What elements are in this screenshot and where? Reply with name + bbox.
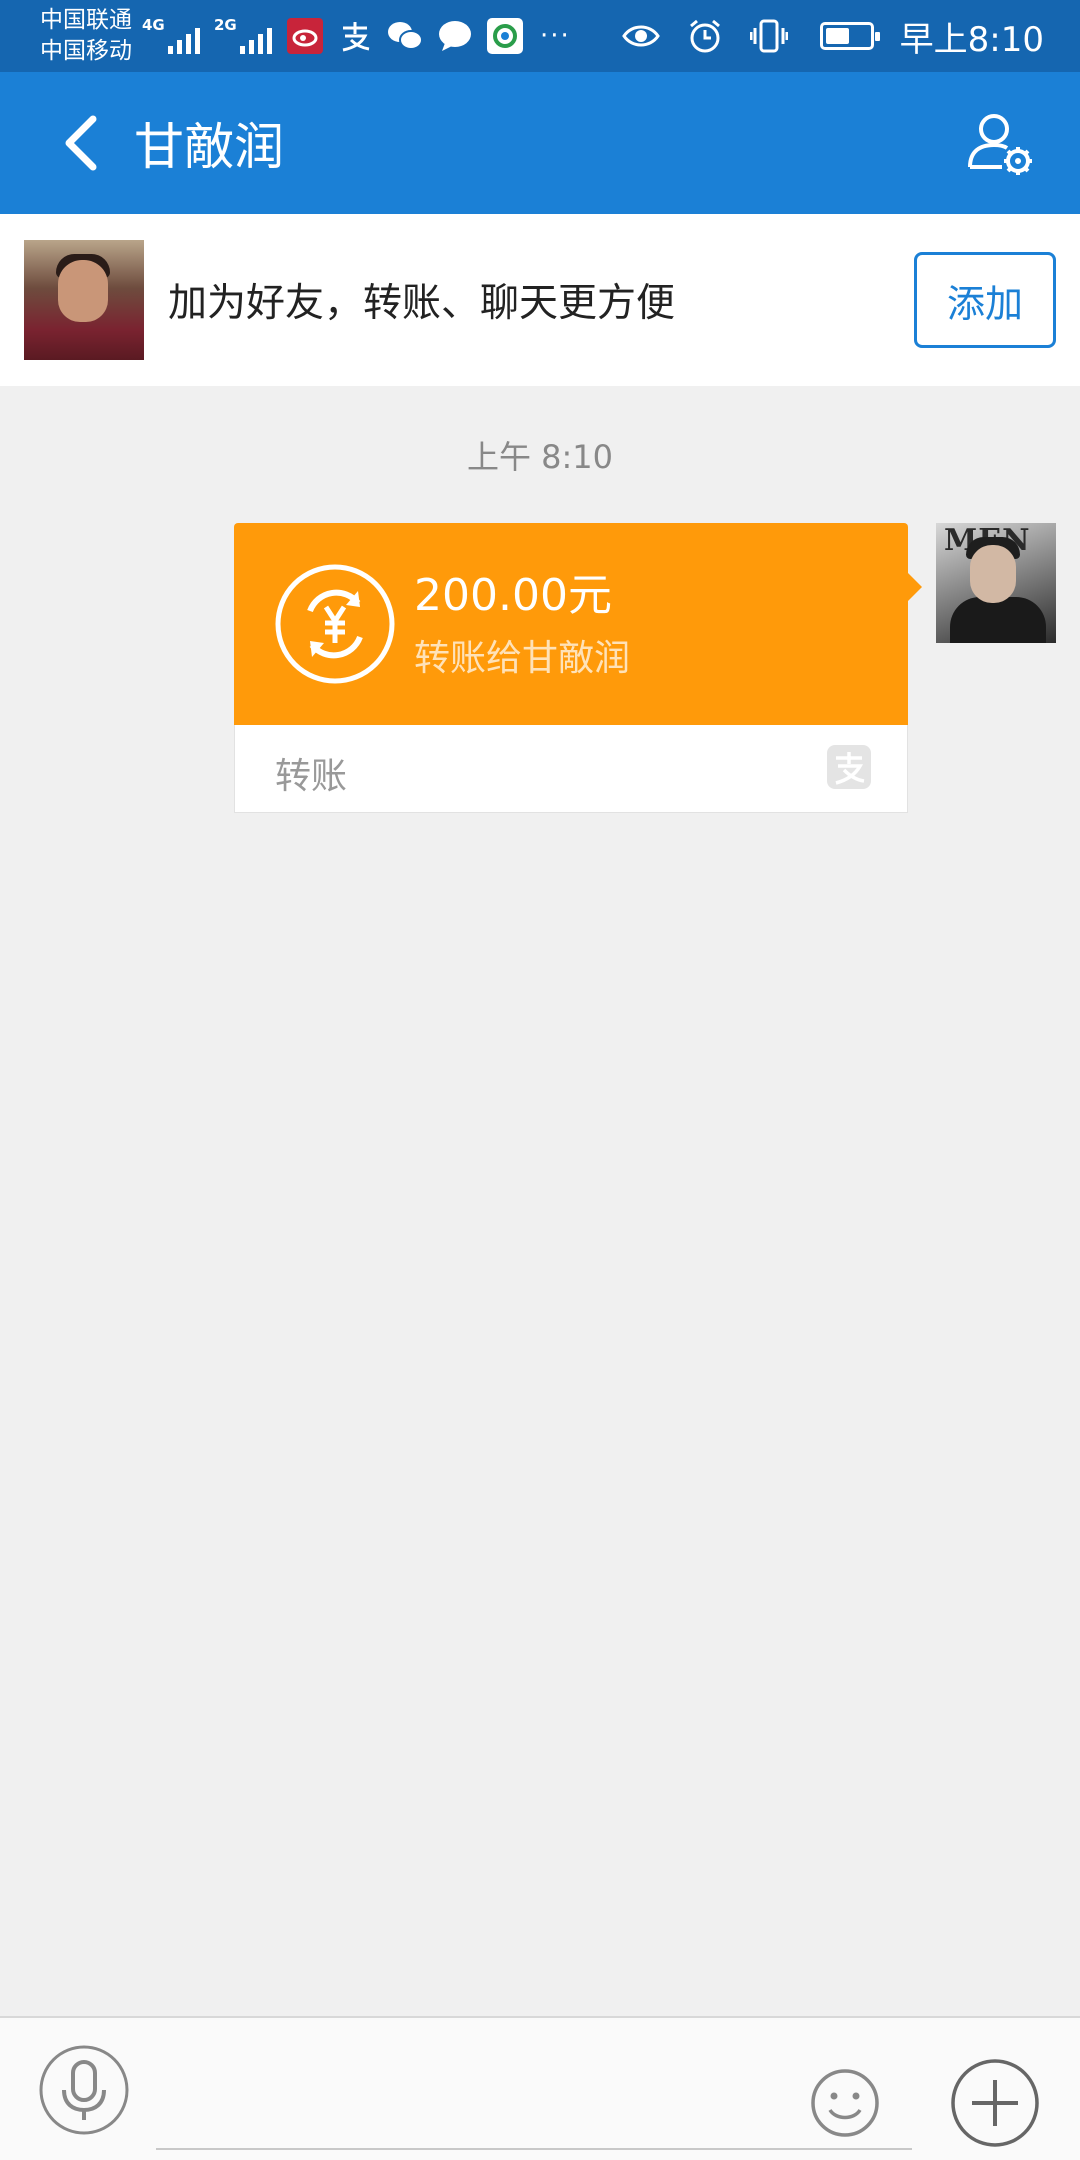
alipay-logo-icon — [827, 745, 871, 789]
vibrate-icon — [749, 17, 788, 55]
add-friend-button[interactable]: 添加 — [914, 252, 1056, 348]
wechat-icon — [386, 17, 424, 55]
transfer-recipient: 转账给甘敵润 — [414, 638, 631, 679]
alarm-icon — [686, 17, 724, 55]
alipay-status-icon — [336, 17, 374, 55]
network-type-2: 2G — [214, 16, 237, 34]
signal-2-icon: 2G — [214, 16, 272, 54]
voice-input-button[interactable] — [38, 2044, 130, 2136]
message-input-bar — [0, 2016, 1080, 2160]
message-icon — [436, 17, 474, 55]
clock: 早上8:10 — [899, 19, 1044, 60]
carrier-1: 中国联通 — [40, 7, 132, 33]
transfer-yuan-icon — [275, 564, 395, 684]
more-notifications: ··· — [540, 21, 571, 51]
transfer-type-label: 转账 — [275, 756, 348, 797]
message-input[interactable] — [156, 2038, 912, 2150]
transfer-card-top: 200.00元 转账给甘敵润 — [234, 523, 922, 725]
carrier-2: 中国移动 — [40, 38, 132, 64]
transfer-card-footer: 转账 — [234, 725, 908, 813]
eye-icon — [621, 17, 660, 55]
contact-settings-button[interactable] — [960, 103, 1040, 183]
transfer-amount: 200.00元 — [414, 570, 612, 621]
battery-icon — [819, 22, 880, 50]
add-friend-banner: 加为好友，转账、聊天更方便 添加 — [0, 214, 1080, 386]
message-timestamp: 上午 8:10 — [466, 438, 614, 476]
transfer-message-card[interactable]: 200.00元 转账给甘敵润 转账 — [234, 523, 922, 813]
back-button[interactable] — [36, 98, 126, 188]
carrier-names: 中国联通 中国移动 — [40, 5, 132, 67]
page-title: 甘敵润 — [134, 118, 284, 176]
back-arrow-icon — [65, 115, 97, 171]
news-app-icon — [486, 17, 524, 55]
my-avatar[interactable]: MEN — [936, 523, 1056, 643]
emoji-button[interactable] — [810, 2068, 880, 2138]
status-bar: 中国联通 中国移动 4G 2G ··· 早上8:10 — [0, 0, 1080, 72]
signal-1-icon: 4G — [142, 16, 200, 54]
contact-avatar[interactable] — [24, 240, 144, 360]
add-friend-prompt: 加为好友，转账、聊天更方便 — [168, 281, 676, 326]
more-actions-button[interactable] — [950, 2058, 1040, 2148]
weibo-icon — [286, 17, 324, 55]
chat-header: 甘敵润 — [0, 72, 1080, 214]
network-type-1: 4G — [142, 16, 165, 34]
user-settings-icon — [968, 114, 1032, 175]
